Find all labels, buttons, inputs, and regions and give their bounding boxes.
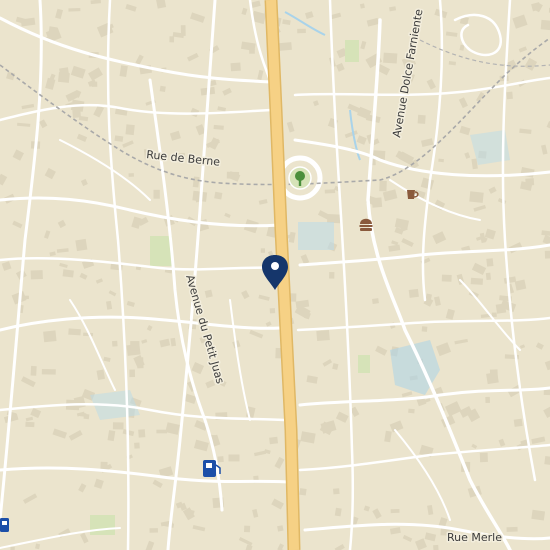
map-view[interactable]: Rue de Berne Avenue du Petit Juas Avenue… [0, 0, 550, 550]
map-canvas[interactable]: Rue de Berne Avenue du Petit Juas Avenue… [0, 0, 550, 550]
tree-icon [288, 166, 312, 190]
poi-park[interactable] [288, 166, 312, 190]
street-label-rue-merle: Rue Merle [447, 531, 502, 544]
bus-stop-icon [0, 518, 9, 532]
poi-transit[interactable] [0, 518, 9, 532]
